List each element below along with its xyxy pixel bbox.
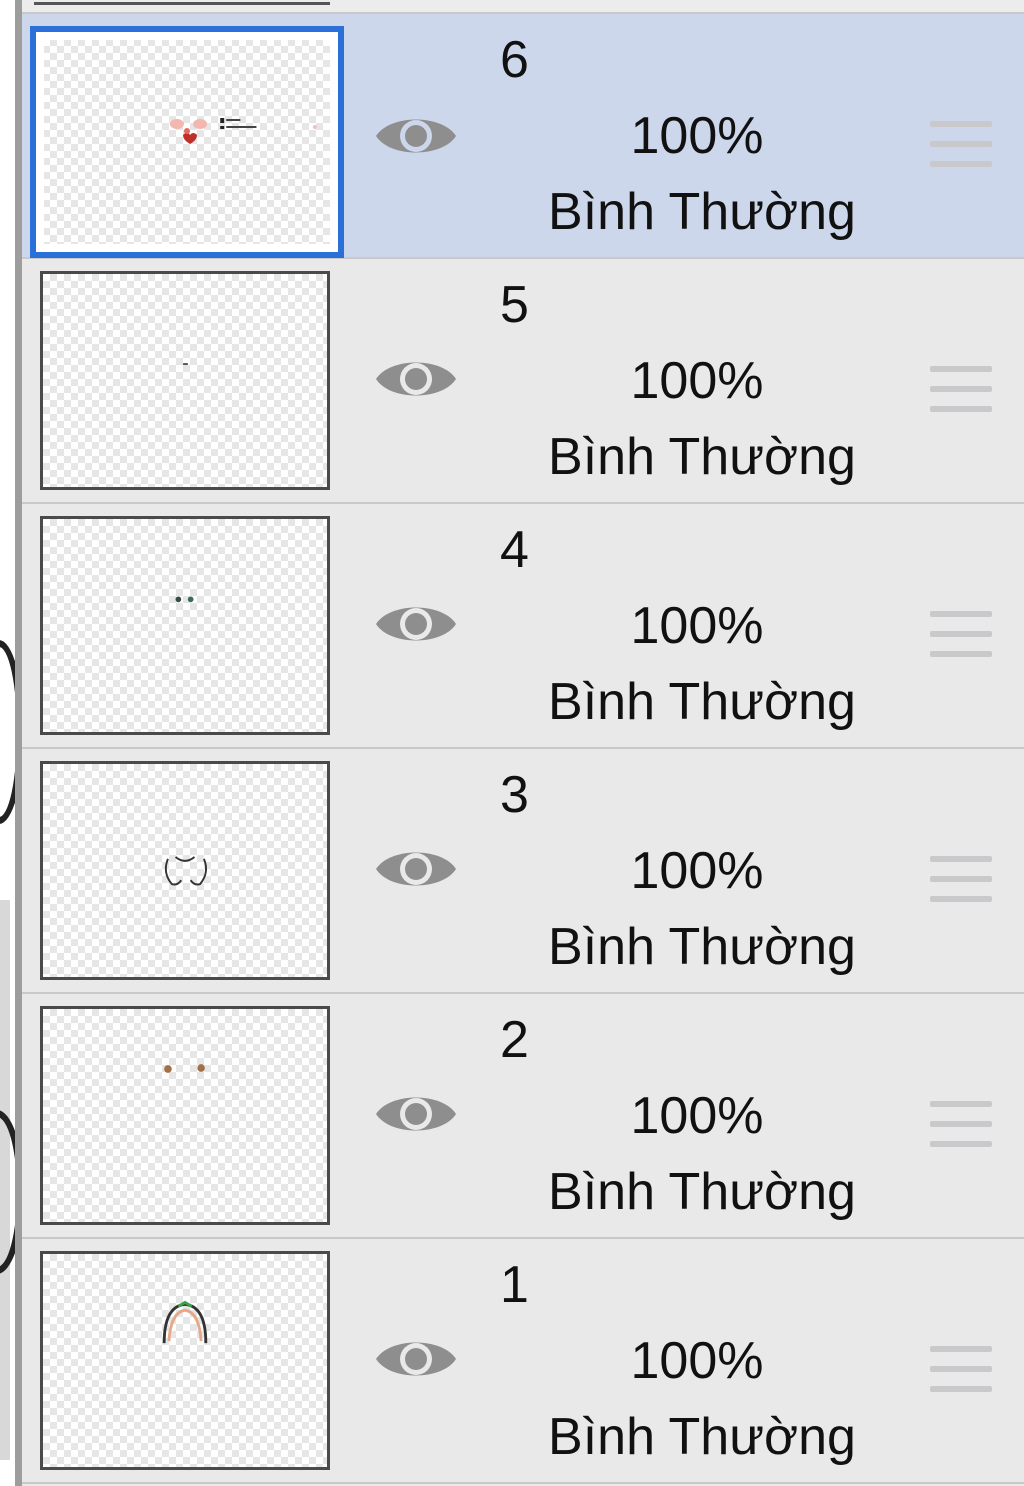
- drag-handle-icon[interactable]: [930, 1101, 992, 1147]
- layer-thumbnail[interactable]: [40, 271, 330, 490]
- layer-blend-mode[interactable]: Bình Thường: [502, 1166, 902, 1218]
- layer-row[interactable]: 1 100% Bình Thường: [22, 1239, 1024, 1484]
- layer-name: 2: [500, 1011, 529, 1069]
- drag-handle-icon[interactable]: [930, 856, 992, 902]
- drag-handle-icon[interactable]: [930, 121, 992, 167]
- drag-handle-icon[interactable]: [930, 611, 992, 657]
- layer-name: 5: [500, 276, 529, 334]
- layer-blend-mode[interactable]: Bình Thường: [502, 431, 902, 483]
- layer-name: 3: [500, 766, 529, 824]
- drag-handle-icon[interactable]: [930, 1346, 992, 1392]
- layer-blend-mode[interactable]: Bình Thường: [502, 921, 902, 973]
- layer-opacity[interactable]: 100%: [592, 1090, 802, 1142]
- layer-opacity[interactable]: 100%: [592, 600, 802, 652]
- previous-layer-edge: [22, 0, 1024, 14]
- eye-icon[interactable]: [374, 1333, 458, 1385]
- eye-icon[interactable]: [374, 843, 458, 895]
- layer-row[interactable]: 3 100% Bình Thường: [22, 749, 1024, 994]
- layer-row[interactable]: 6 100% Bình Thường: [22, 14, 1024, 259]
- layer-opacity[interactable]: 100%: [592, 355, 802, 407]
- layer-blend-mode[interactable]: Bình Thường: [502, 186, 902, 238]
- layer-name: 1: [500, 1256, 529, 1314]
- eye-icon[interactable]: [374, 353, 458, 405]
- layer-thumbnail[interactable]: [40, 1251, 330, 1470]
- layer-opacity[interactable]: 100%: [592, 110, 802, 162]
- eye-icon[interactable]: [374, 110, 458, 162]
- layer-opacity[interactable]: 100%: [592, 1335, 802, 1387]
- layer-thumbnail[interactable]: [40, 1006, 330, 1225]
- canvas-edge: [0, 0, 22, 1486]
- layer-row[interactable]: 4 100% Bình Thường: [22, 504, 1024, 749]
- eye-icon[interactable]: [374, 1088, 458, 1140]
- layer-thumbnail[interactable]: [40, 516, 330, 735]
- layer-name: 6: [500, 31, 529, 89]
- layer-row[interactable]: 2 100% Bình Thường: [22, 994, 1024, 1239]
- layer-blend-mode[interactable]: Bình Thường: [502, 1411, 902, 1463]
- layer-thumbnail[interactable]: [40, 761, 330, 980]
- layers-panel: 6 100% Bình Thường 5 100% Bình Thường 4 …: [22, 0, 1024, 1486]
- eye-icon[interactable]: [374, 598, 458, 650]
- layer-row[interactable]: 5 100% Bình Thường: [22, 259, 1024, 504]
- layer-opacity[interactable]: 100%: [592, 845, 802, 897]
- layer-name: 4: [500, 521, 529, 579]
- layer-thumbnail[interactable]: [30, 26, 344, 258]
- layer-blend-mode[interactable]: Bình Thường: [502, 676, 902, 728]
- drag-handle-icon[interactable]: [930, 366, 992, 412]
